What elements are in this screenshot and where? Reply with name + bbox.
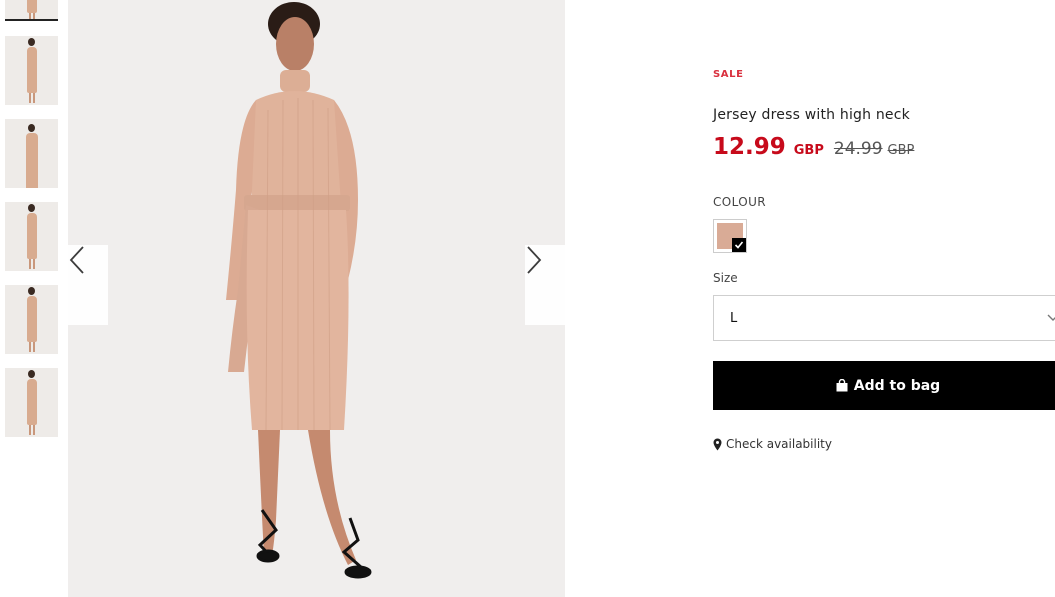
thumbnail-image (26, 0, 37, 21)
model-illustration (226, 2, 372, 579)
product-title: Jersey dress with high neck (713, 107, 910, 123)
previous-image-button[interactable] (68, 245, 108, 325)
check-availability-label: Check availability (726, 437, 832, 451)
product-details: SALE Jersey dress with high neck 12.99 G… (713, 0, 1055, 597)
product-image[interactable] (68, 0, 565, 597)
check-availability-link[interactable]: Check availability (713, 437, 832, 451)
price: 12.99 GBP 24.99 GBP (713, 134, 914, 160)
add-to-bag-label: Add to bag (853, 377, 941, 394)
original-price-currency: GBP (887, 143, 915, 158)
thumbnail-image (26, 287, 37, 352)
current-price: 12.99 (713, 134, 786, 160)
current-price-currency: GBP (793, 143, 824, 158)
thumbnail-image (26, 38, 37, 103)
bag-icon (836, 379, 848, 392)
location-pin-icon (713, 438, 722, 450)
thumbnail-6[interactable] (5, 368, 58, 437)
size-select[interactable]: L (713, 295, 1055, 341)
thumbnail-3[interactable] (5, 119, 58, 188)
chevron-left-icon (69, 246, 84, 274)
thumbnail-image (25, 124, 38, 188)
thumbnail-1[interactable] (5, 0, 58, 21)
chevron-right-icon (527, 246, 542, 274)
sale-badge: SALE (713, 69, 744, 80)
thumbnail-4[interactable] (5, 202, 58, 271)
next-image-button[interactable] (525, 245, 565, 325)
size-label: Size (713, 271, 738, 285)
checkmark-icon (732, 238, 746, 252)
original-price: 24.99 (833, 139, 883, 159)
colour-label: COLOUR (713, 195, 767, 209)
size-selected-value: L (730, 310, 738, 326)
thumbnail-image (26, 370, 37, 435)
add-to-bag-button[interactable]: Add to bag (713, 361, 1055, 410)
thumbnail-2[interactable] (5, 36, 58, 105)
thumbnail-5[interactable] (5, 285, 58, 354)
colour-swatch[interactable] (713, 219, 747, 253)
chevron-down-icon (1047, 314, 1055, 321)
thumbnail-image (26, 204, 37, 269)
